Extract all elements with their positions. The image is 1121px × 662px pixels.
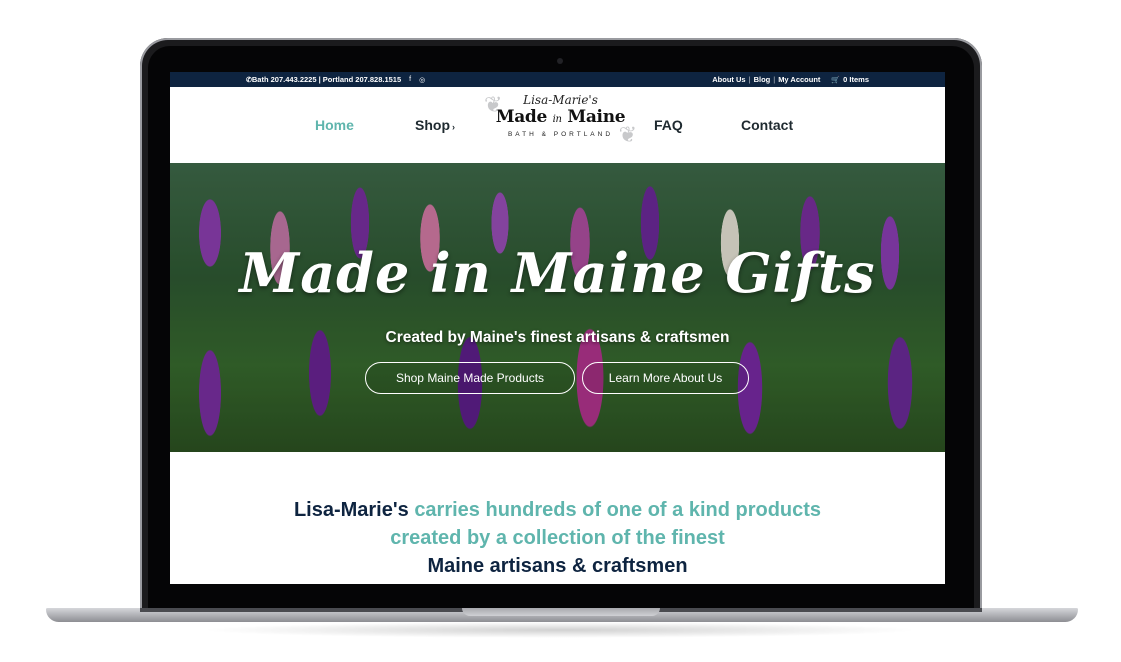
hero-banner: Made in Maine Gifts Created by Maine's f…	[170, 163, 945, 452]
laptop-mockup: ✆Bath 207.443.2225 | Portland 207.828.15…	[0, 0, 1121, 662]
divider: |	[773, 75, 776, 84]
hero-title: Made in Maine Gifts	[239, 241, 876, 305]
instagram-icon[interactable]: ◎	[419, 76, 425, 84]
leaf-icon: ❦	[484, 93, 503, 118]
nav-shop-label: Shop	[415, 117, 450, 133]
shop-products-button[interactable]: Shop Maine Made Products	[365, 362, 575, 394]
logo-script: Lisa-Marie's	[523, 93, 598, 107]
phone-text: Bath 207.443.2225 | Portland 207.828.151…	[251, 75, 402, 84]
laptop-notch	[462, 608, 660, 616]
top-bar: ✆Bath 207.443.2225 | Portland 207.828.15…	[170, 72, 945, 87]
logo-maine: Maine	[567, 107, 626, 127]
nav-contact[interactable]: Contact	[741, 117, 793, 133]
learn-more-button[interactable]: Learn More About Us	[582, 362, 749, 394]
facebook-icon[interactable]: f	[409, 76, 411, 83]
hero-overlay	[170, 163, 945, 452]
camera-icon	[557, 58, 563, 64]
nav-shop[interactable]: Shop ›	[415, 117, 455, 133]
blog-link[interactable]: Blog	[754, 75, 771, 84]
top-bar-right: About Us | Blog | My Account 🛒 0 Items	[712, 75, 869, 84]
logo-sub: BATH & PORTLAND	[507, 131, 614, 138]
site-logo[interactable]: ❦ ❦ Lisa-Marie's Made in Maine BATH & PO…	[484, 93, 637, 155]
intro-line-2: created by a collection of the finest	[390, 527, 725, 549]
logo-made: Made	[495, 107, 548, 127]
intro-text-teal: carries hundreds of one of a kind produc…	[414, 499, 822, 521]
top-bar-left: ✆Bath 207.443.2225 | Portland 207.828.15…	[246, 75, 425, 84]
my-account-link[interactable]: My Account	[778, 75, 820, 84]
intro-text: Lisa-Marie's carries hundreds of one of …	[170, 496, 945, 580]
logo-main: Made in Maine	[488, 107, 633, 130]
site-header: Home Shop › FAQ Contact ❦ ❦ Lisa-Marie's …	[170, 87, 945, 163]
chevron-down-icon: ›	[452, 122, 455, 132]
nav-home[interactable]: Home	[315, 117, 354, 133]
cart-count[interactable]: 0 Items	[843, 75, 869, 84]
about-us-link[interactable]: About Us	[712, 75, 745, 84]
divider: |	[748, 75, 751, 84]
intro-line-1: Lisa-Marie's carries hundreds of one of …	[170, 496, 945, 524]
hero-subtitle: Created by Maine's finest artisans & cra…	[385, 329, 730, 346]
website-screen: ✆Bath 207.443.2225 | Portland 207.828.15…	[170, 72, 945, 584]
phone-info[interactable]: ✆Bath 207.443.2225 | Portland 207.828.15…	[246, 75, 401, 84]
leaf-icon: ❦	[618, 123, 637, 148]
laptop-shadow	[200, 622, 920, 638]
logo-in: in	[552, 114, 562, 125]
cart-icon[interactable]: 🛒	[831, 76, 840, 84]
nav-faq[interactable]: FAQ	[654, 117, 683, 133]
intro-brand: Lisa-Marie's	[293, 499, 409, 521]
intro-line-3: Maine artisans & craftsmen	[427, 555, 688, 577]
